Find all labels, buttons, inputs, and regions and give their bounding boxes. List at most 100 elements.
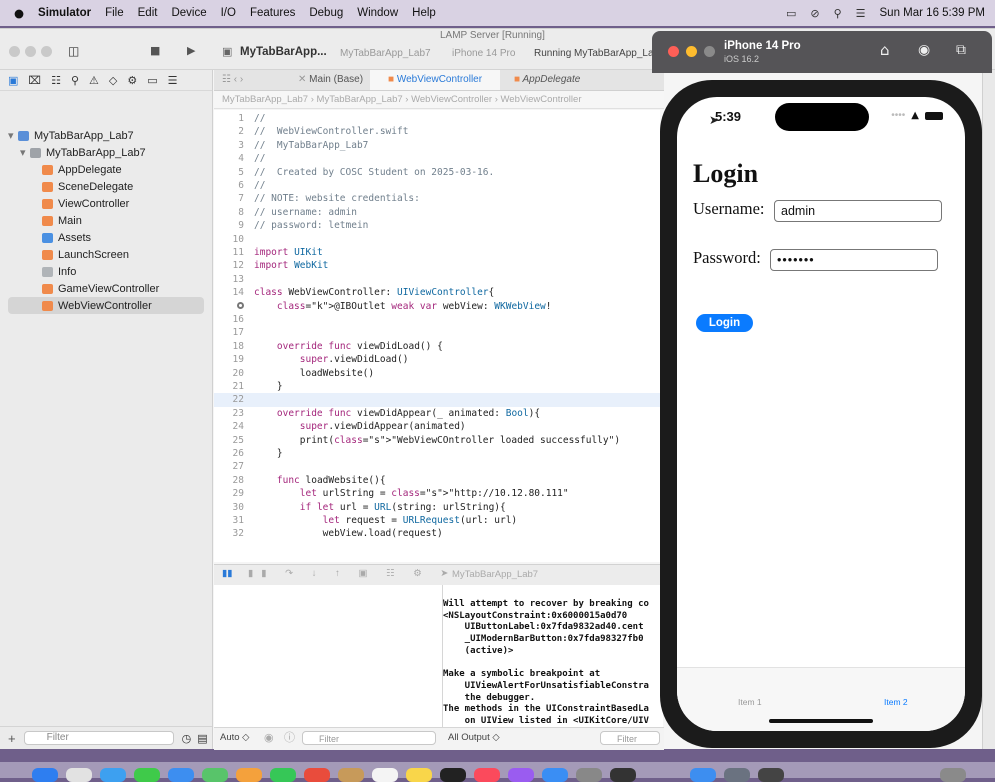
password-input[interactable]: ••••••• [770,249,938,271]
report-icon[interactable]: ☰ [168,75,178,86]
line-number[interactable]: 25 [214,434,244,447]
nav-file-webviewcontroller[interactable]: WebViewController [8,297,204,314]
control-center-icon[interactable]: ☰ [856,8,866,19]
code-line[interactable]: 22 [214,393,660,407]
outlet-connection-icon[interactable] [214,300,244,313]
sim-close-button[interactable] [668,46,679,57]
screenshot-icon[interactable]: ◉ [918,43,930,57]
line-number[interactable]: 3 [214,139,244,152]
code-line[interactable]: 17 [214,326,660,339]
stop-icon[interactable]: ■ [150,45,160,56]
menu-edit[interactable]: Edit [138,7,158,19]
xcode-icon[interactable] [690,768,716,782]
sim-zoom-button[interactable] [704,46,715,57]
code-line[interactable]: 20 loadWebsite() [214,367,660,380]
auto-selector[interactable]: Auto ◇ [220,732,250,743]
menu-window[interactable]: Window [357,7,398,19]
debug-icon[interactable]: ⚙ [127,75,137,86]
line-number[interactable]: 13 [214,273,244,286]
home-indicator[interactable] [769,719,873,723]
home-icon[interactable]: ⌂ [880,43,890,58]
nav-file-scenedelegate[interactable]: SceneDelegate [42,178,238,195]
code-line[interactable]: 10 [214,233,660,246]
line-number[interactable]: 8 [214,206,244,219]
test-icon[interactable]: ◇ [109,75,117,86]
breakpoint-icon[interactable]: ▭ [147,75,157,86]
line-number[interactable]: 5 [214,166,244,179]
code-line[interactable]: class="k">@IBOutlet weak var webView: WK… [214,300,660,313]
code-line[interactable]: 11 import UIKit [214,246,660,259]
reminders-icon[interactable] [372,768,398,782]
line-number[interactable]: 32 [214,527,244,540]
code-line[interactable]: 18 override func viewDidLoad() { [214,340,660,353]
debug-controls[interactable]: ▮▮ ↷ ↓ ↑ ▣ ☷ ⚙ ➤ [248,568,456,579]
code-line[interactable]: 19 super.viewDidLoad() [214,353,660,366]
appstore-icon[interactable] [542,768,568,782]
menubar-clock[interactable]: Sun Mar 16 5:39 PM [880,7,985,19]
nav-file-appdelegate[interactable]: AppDelegate [42,161,238,178]
code-line[interactable]: 5 // Created by COSC Student on 2025-03-1… [214,166,660,179]
line-number[interactable]: 17 [214,326,244,339]
source-control-icon[interactable]: ⌧ [28,75,41,86]
code-line[interactable]: 7 // NOTE: website credentials: [214,192,660,205]
variables-filter-input[interactable]: Filter [302,731,436,745]
minimize-window-button[interactable] [25,46,36,57]
launchpad-icon[interactable] [66,768,92,782]
screen-mirroring-icon[interactable]: ▭ [786,8,796,19]
code-line[interactable]: 2 // WebViewController.swift [214,125,660,138]
menu-help[interactable]: Help [412,7,436,19]
code-line[interactable]: 29 let urlString = class="s">"http://10.… [214,487,660,500]
line-number[interactable]: 9 [214,219,244,232]
maps-icon[interactable] [202,768,228,782]
settings-icon[interactable] [576,768,602,782]
trash-icon[interactable] [940,768,966,782]
line-number[interactable]: 29 [214,487,244,500]
app-icon[interactable] [758,768,784,782]
music-icon[interactable] [474,768,500,782]
line-number[interactable]: 21 [214,380,244,393]
code-line[interactable]: 28 func loadWebsite(){ [214,474,660,487]
login-button[interactable]: Login [696,314,753,332]
code-line[interactable]: 1 // [214,112,660,125]
code-line[interactable]: 8 // username: admin [214,206,660,219]
add-icon[interactable]: + [8,731,16,746]
editor-layout-icon[interactable]: ☷ ‹ › [222,70,243,90]
wifi-off-icon[interactable]: ⊘ [810,8,819,19]
code-line[interactable]: 13 [214,273,660,286]
filter-options-icon[interactable]: ▤ [197,733,207,744]
line-number[interactable]: 31 [214,514,244,527]
safari-icon[interactable] [100,768,126,782]
nav-project[interactable]: ▾ MyTabBarApp_Lab7 [8,127,204,144]
disclosure-icon[interactable]: ▾ [20,146,30,159]
tab-appdelegate[interactable]: ■ AppDelegate [504,70,590,90]
username-input[interactable]: admin [774,200,942,222]
nav-file-main[interactable]: Main [42,212,238,229]
jump-group[interactable]: MyTabBarApp_Lab7 [317,94,403,105]
code-line[interactable]: 4 // [214,152,660,165]
folder-icon[interactable]: ▣ [8,75,18,86]
menu-features[interactable]: Features [250,7,295,19]
appletv-icon[interactable] [440,768,466,782]
jump-file[interactable]: WebViewController [411,94,492,105]
code-line[interactable]: 14 class WebViewController: UIViewControl… [214,286,660,299]
sidebar-toggle-icon[interactable]: ◫ [68,45,79,57]
eye-icon[interactable]: ◉ [264,732,274,743]
destination-scheme[interactable]: MyTabBarApp_Lab7 [340,48,431,59]
console-output[interactable]: Will attempt to recover by breaking co <N… [443,585,663,727]
line-number[interactable]: 26 [214,447,244,460]
code-line[interactable]: 32 webView.load(request) [214,527,660,540]
menu-device[interactable]: Device [171,7,206,19]
nav-file-launchscreen[interactable]: LaunchScreen [42,246,238,263]
zoom-window-button[interactable] [41,46,52,57]
recent-files-icon[interactable]: ◷ [182,733,192,744]
menu-io[interactable]: I/O [221,7,236,19]
jump-project[interactable]: MyTabBarApp_Lab7 [222,94,308,105]
jump-symbol[interactable]: WebViewController [501,94,582,105]
line-number[interactable]: 19 [214,353,244,366]
terminal-icon[interactable] [610,768,636,782]
variables-view[interactable] [214,585,443,727]
code-line[interactable]: 9 // password: letmein [214,219,660,232]
contacts-icon[interactable] [338,768,364,782]
code-line[interactable]: 16 [214,313,660,326]
line-number[interactable]: 22 [214,393,244,406]
